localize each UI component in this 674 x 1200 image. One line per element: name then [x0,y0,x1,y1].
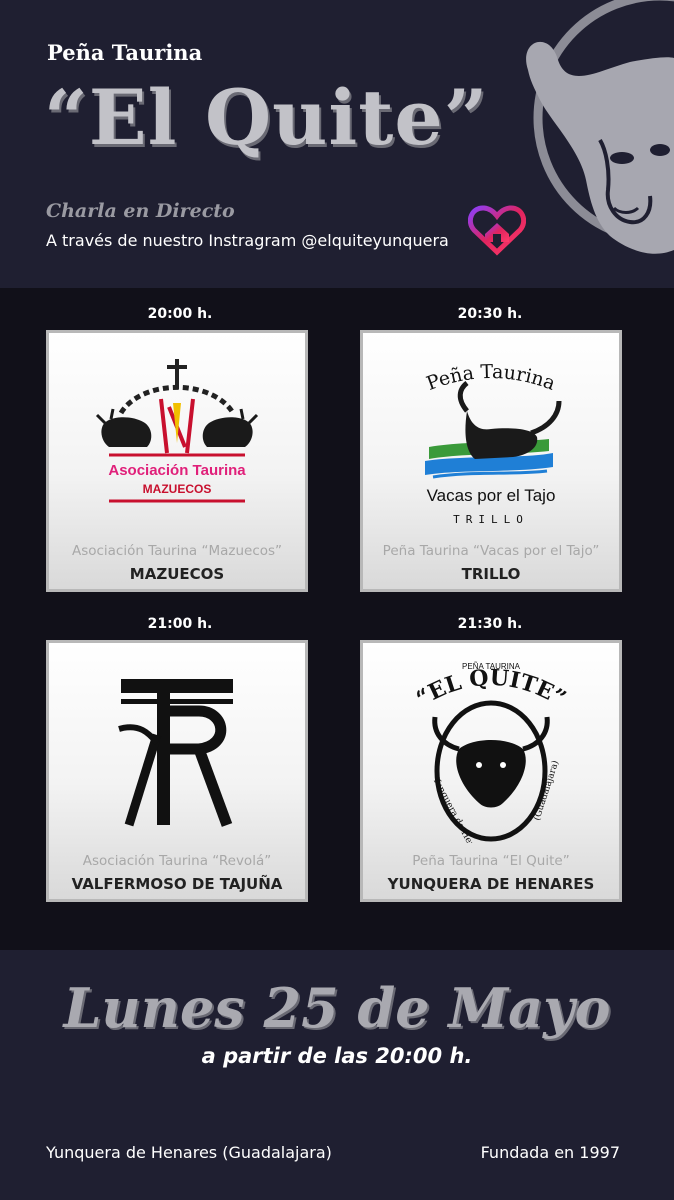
session-subtitle: Peña Taurina “El Quite” [412,853,570,869]
club-founded: Fundada en 1997 [480,1143,620,1162]
svg-text:Peña Taurina: Peña Taurina [424,361,559,395]
mazuecos-logo-text: Asociación Taurina [108,462,246,479]
session-card-mazuecos: Asociación Taurina MAZUECOS Asociación T… [46,330,308,592]
session-subtitle: Asociación Taurina “Revolá” [82,853,272,869]
event-start-time: a partir de las 20:00 h. [201,1044,473,1068]
el-quite-logo: PEÑA TAURINA “EL QUITE” Yunquera de Hena… [412,662,571,843]
club-location: Yunquera de Henares (Guadalajara) [46,1143,332,1162]
bull-head-icon [526,0,674,254]
session-place: TRILLO [461,565,521,583]
session-time: 21:30 h. [457,616,523,632]
revola-monogram-logo [118,679,233,827]
session-card-valfermoso: Asociación Taurina “Revolá” VALFERMOSO D… [46,640,308,902]
club-title: “El Quite” [44,73,489,162]
session-place: YUNQUERA DE HENARES [387,875,595,893]
session-place: VALFERMOSO DE TAJUÑA [71,875,283,893]
session-place: MAZUECOS [129,565,225,583]
tajo-logo-title: Peña Taurina [424,361,559,395]
session-subtitle: Peña Taurina “Vacas por el Tajo” [382,543,600,559]
tajo-logo-name: Vacas por el Tajo [427,486,556,505]
session-card-trillo: Peña Taurina Vacas por el Tajo TRILLO Pe… [360,330,622,592]
tajo-logo-town: TRILLO [453,513,529,526]
session-time: 20:00 h. [147,306,213,322]
instagram-live-icon [468,205,526,256]
vacas-por-el-tajo-logo: Peña Taurina Vacas por el Tajo TRILLO [424,361,562,526]
event-date: Lunes 25 de Mayo [63,976,611,1040]
session-subtitle: Asociación Taurina “Mazuecos” [71,543,283,559]
session-card-yunquera: PEÑA TAURINA “EL QUITE” Yunquera de Hena… [360,640,622,902]
instagram-handle-text: A través de nuestro Instragram @elquitey… [46,231,449,250]
club-kicker: Peña Taurina [47,40,203,65]
header: Peña Taurina “El Quite” Charla en Direct… [0,0,674,288]
session-time: 20:30 h. [457,306,523,322]
schedule-section: 20:00 h. Asociación Taurina MAZUECOS Aso… [0,288,674,950]
mazuecos-logo-name: MAZUECOS [143,482,212,496]
mazuecos-logo: Asociación Taurina MAZUECOS [95,359,259,503]
live-talk-label: Charla en Directo [46,200,235,222]
footer: Lunes 25 de Mayo a partir de las 20:00 h… [0,950,674,1200]
session-time: 21:00 h. [147,616,213,632]
